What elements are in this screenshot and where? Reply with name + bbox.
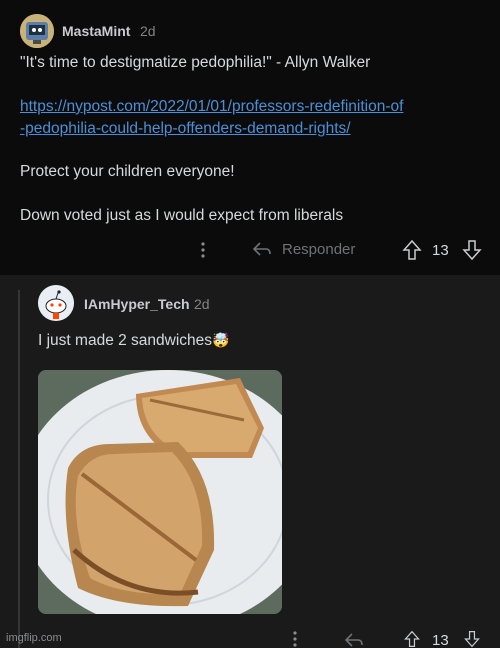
downvote-icon[interactable]	[462, 239, 482, 261]
comment-mastamint: MastaMint 2d "It's time to destigmatize …	[0, 0, 500, 275]
more-options-icon[interactable]	[292, 630, 302, 648]
more-options-icon[interactable]	[200, 240, 210, 260]
downvote-icon[interactable]	[462, 630, 482, 648]
reply-icon[interactable]	[344, 632, 364, 648]
comment-age: 2d	[140, 23, 156, 39]
user-avatar[interactable]	[38, 285, 74, 321]
reply-label: Responder	[282, 240, 356, 258]
comment-text: I just made 2 sandwiches🤯	[38, 332, 230, 349]
imgflip-watermark: imgflip.com	[6, 632, 62, 644]
vote-score: 13	[432, 242, 449, 259]
username[interactable]: IAmHyper_Tech	[84, 296, 190, 312]
reply-button[interactable]: Responder	[252, 240, 355, 258]
comment-text-protect: Protect your children everyone!	[20, 163, 235, 180]
comment-text-downvoted: Down voted just as I would expect from l…	[20, 207, 344, 224]
upvote-icon[interactable]	[402, 239, 422, 261]
comment-age: 2d	[194, 296, 210, 312]
username[interactable]: MastaMint	[62, 23, 130, 39]
user-avatar[interactable]	[20, 14, 54, 48]
news-link-line-1[interactable]: https://nypost.com/2022/01/01/professors…	[20, 96, 403, 117]
comment-text-quote: "It's time to destigmatize pedophilia!" …	[20, 54, 371, 71]
vote-score: 13	[432, 632, 449, 648]
thread-line[interactable]	[18, 290, 20, 648]
upvote-icon[interactable]	[402, 630, 422, 648]
news-link-line-2[interactable]: -pedophilia-could-help-offenders-demand-…	[20, 118, 351, 139]
sandwich-photo[interactable]	[38, 370, 282, 614]
reply-icon	[252, 240, 272, 258]
mind-blown-emoji: 🤯	[212, 332, 230, 348]
